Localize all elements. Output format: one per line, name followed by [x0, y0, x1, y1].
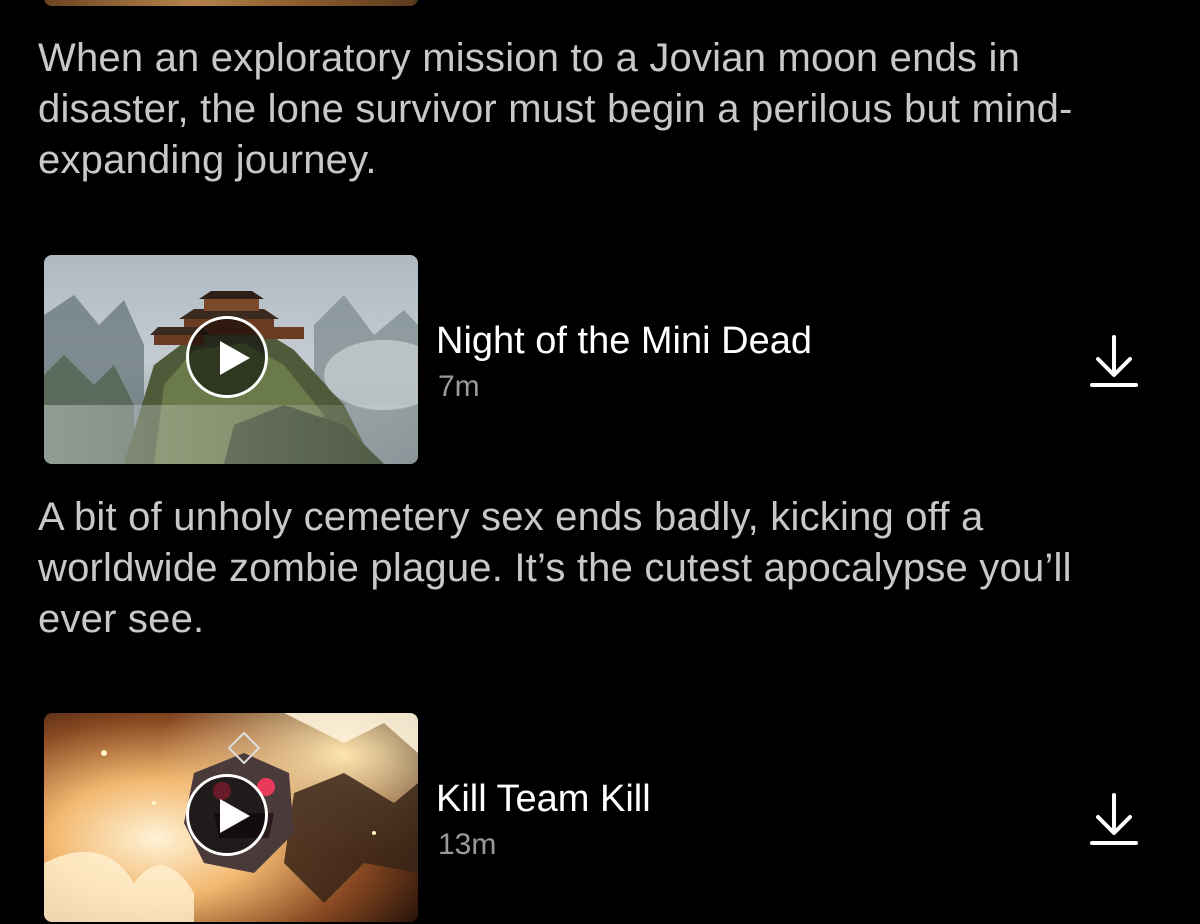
play-icon[interactable]	[186, 774, 268, 856]
previous-episode-synopsis: When an exploratory mission to a Jovian …	[38, 36, 1073, 182]
episode-synopsis: A bit of unholy cemetery sex ends badly,…	[38, 495, 1072, 641]
previous-episode-thumbnail[interactable]	[44, 0, 418, 6]
episode-thumbnail[interactable]	[44, 713, 418, 922]
episode-row[interactable]: Night of the Mini Dead 7m	[44, 255, 1164, 465]
episode-thumbnail[interactable]	[44, 255, 418, 464]
download-icon[interactable]	[1090, 791, 1138, 847]
play-icon[interactable]	[186, 316, 268, 398]
episode-duration: 7m	[438, 370, 480, 403]
episode-row[interactable]: Kill Team Kill 13m	[44, 713, 1164, 923]
episode-title: Night of the Mini Dead	[436, 320, 812, 362]
download-icon[interactable]	[1090, 333, 1138, 389]
episode-title: Kill Team Kill	[436, 778, 651, 820]
episode-duration: 13m	[438, 828, 497, 861]
